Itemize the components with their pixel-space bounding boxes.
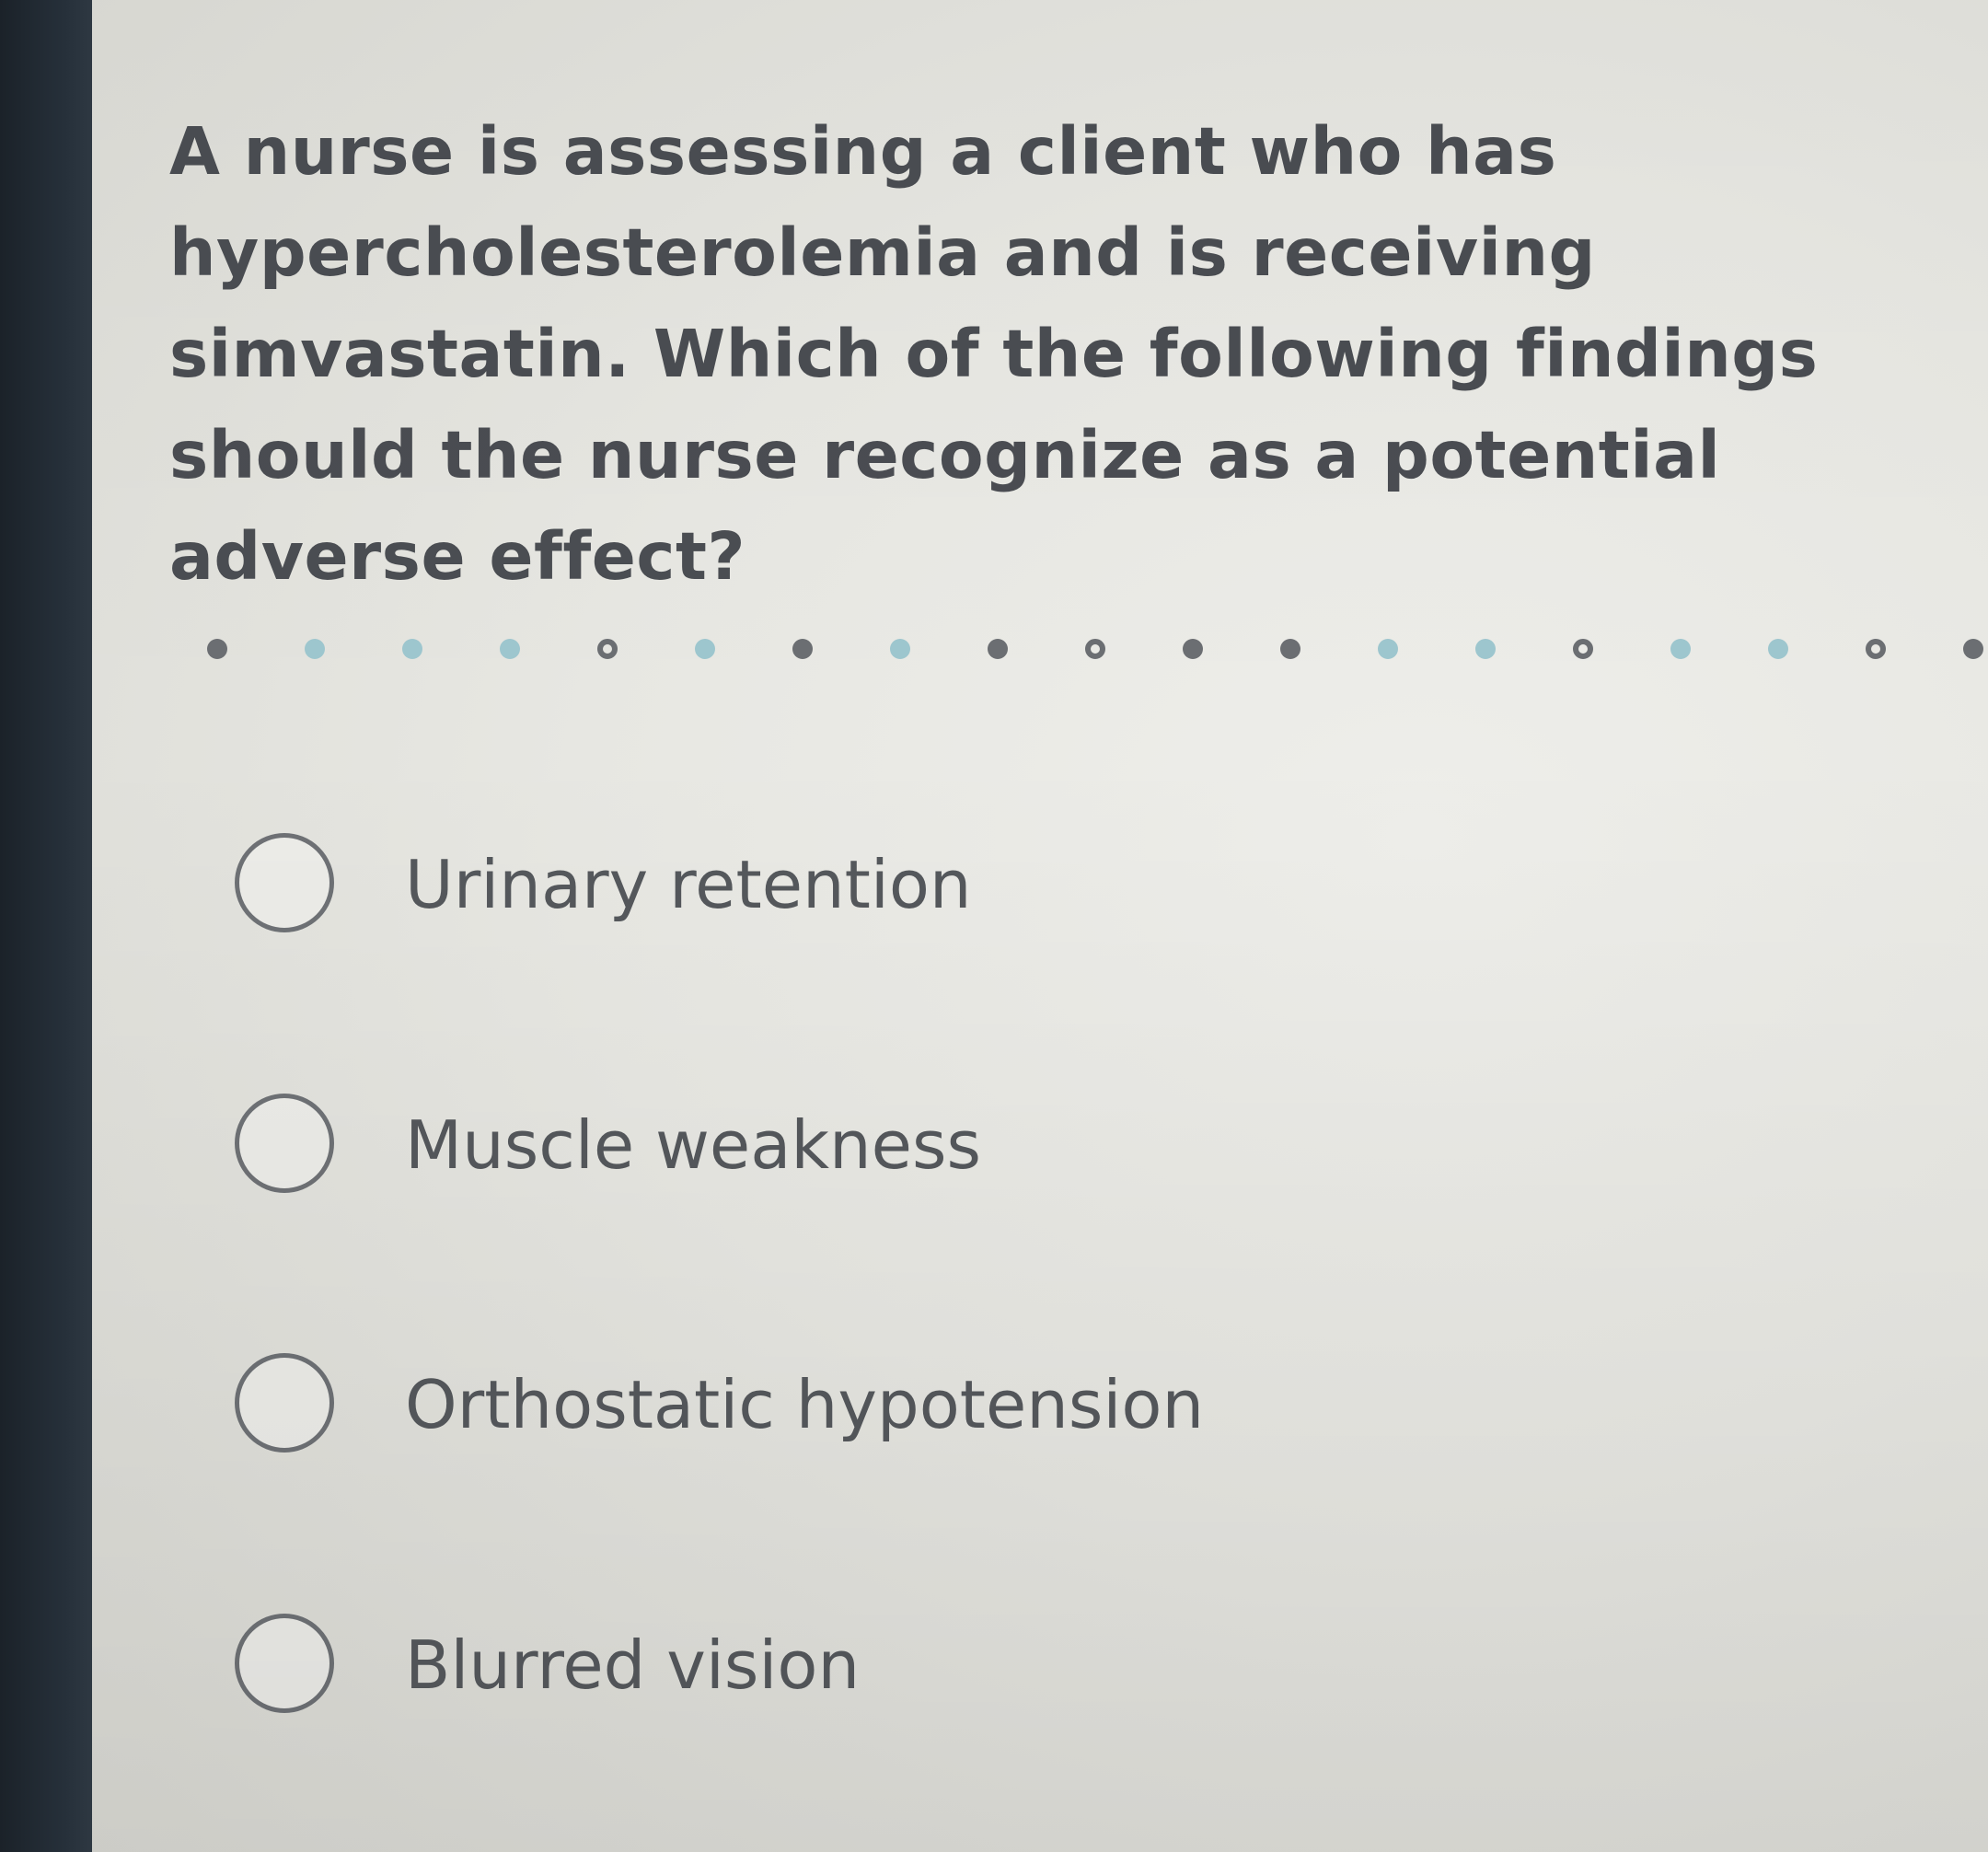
answer-option-label: Blurred vision: [405, 1626, 861, 1704]
progress-dot-answered[interactable]: [988, 639, 1008, 659]
answer-option-1[interactable]: Urinary retention: [235, 828, 1523, 939]
progress-dot-teal[interactable]: [305, 639, 325, 659]
progress-dot-teal[interactable]: [1378, 639, 1398, 659]
answer-option-label: Muscle weakness: [405, 1106, 981, 1184]
answer-option-4[interactable]: Blurred vision: [235, 1609, 1523, 1719]
question-text: A nurse is assessing a client who has hy…: [169, 113, 1819, 595]
radio-button[interactable]: [235, 1614, 334, 1713]
quiz-screen: A nurse is assessing a client who has hy…: [92, 0, 1988, 1852]
progress-dot-teal[interactable]: [1768, 639, 1788, 659]
progress-dot-answered[interactable]: [207, 639, 227, 659]
progress-dot-teal[interactable]: [890, 639, 910, 659]
progress-dot-open[interactable]: [597, 639, 618, 659]
progress-dot-teal[interactable]: [402, 639, 422, 659]
progress-dot-answered[interactable]: [1963, 639, 1983, 659]
monitor-bezel: [0, 0, 92, 1852]
progress-dot-open[interactable]: [1573, 639, 1593, 659]
progress-dot-open[interactable]: [1085, 639, 1105, 659]
question-progress-dots: [207, 632, 1988, 666]
progress-dot-answered[interactable]: [1280, 639, 1300, 659]
radio-button[interactable]: [235, 1353, 334, 1453]
progress-dot-teal[interactable]: [1475, 639, 1496, 659]
answer-option-label: Orthostatic hypotension: [405, 1366, 1205, 1443]
progress-dot-teal[interactable]: [1670, 639, 1691, 659]
answer-option-3[interactable]: Orthostatic hypotension: [235, 1348, 1523, 1459]
answer-option-label: Urinary retention: [405, 846, 972, 923]
answer-option-2[interactable]: Muscle weakness: [235, 1089, 1523, 1199]
progress-dot-answered[interactable]: [1183, 639, 1203, 659]
progress-dot-teal[interactable]: [500, 639, 520, 659]
progress-dot-answered[interactable]: [792, 639, 813, 659]
progress-dot-teal[interactable]: [695, 639, 715, 659]
progress-dot-open[interactable]: [1866, 639, 1886, 659]
radio-button[interactable]: [235, 833, 334, 932]
radio-button[interactable]: [235, 1094, 334, 1193]
